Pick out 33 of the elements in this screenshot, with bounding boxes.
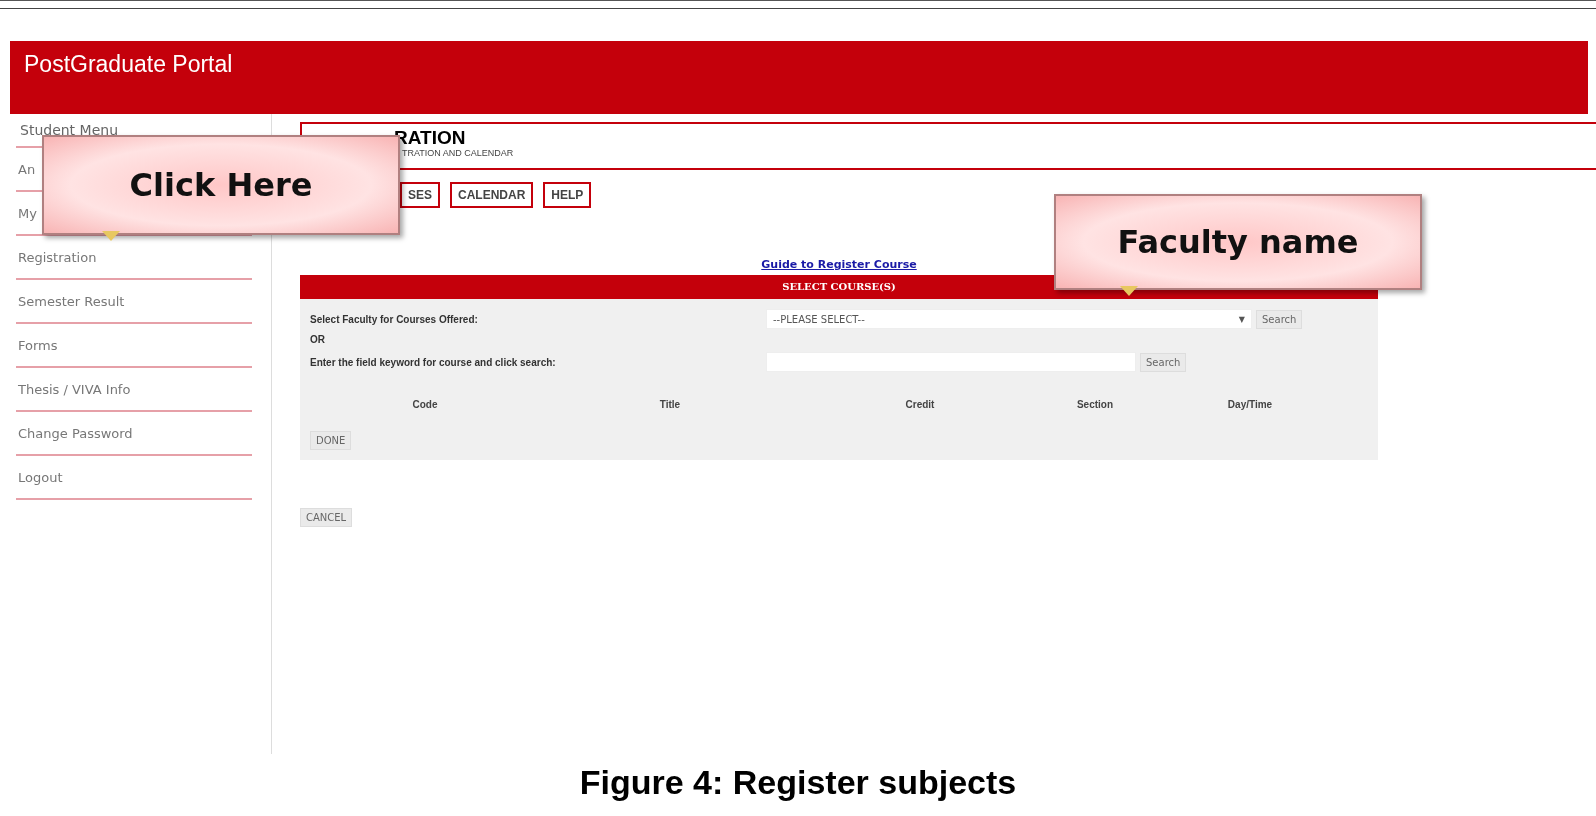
pointer-icon	[102, 231, 120, 241]
nav-tab[interactable]: HELP	[543, 182, 592, 208]
nav-tab[interactable]: SES	[400, 182, 440, 208]
callout-tooltip: Click Here	[42, 135, 400, 235]
cancel-button[interactable]: CANCEL	[300, 508, 353, 527]
keyword-label: Enter the field keyword for course and click search:	[310, 356, 557, 368]
faculty-label: Select Faculty for Courses Offered:	[310, 313, 479, 325]
column-header: Code	[411, 399, 439, 410]
figure-caption: Figure 4: Register subjects	[578, 763, 1018, 802]
dropdown-icon: ▼	[1238, 314, 1245, 324]
sidebar-item[interactable]: Registration	[16, 249, 97, 265]
search-button[interactable]: Search	[1140, 352, 1187, 372]
guide-link[interactable]: Guide to Register Course	[761, 258, 917, 271]
sidebar-item[interactable]: Semester Result	[16, 293, 125, 309]
sidebar-item[interactable]: Change Password	[16, 425, 133, 441]
or-label: OR	[310, 333, 326, 345]
column-header: Day/Time	[1226, 399, 1274, 410]
faculty-select[interactable]: --PLEASE SELECT-- ▼	[766, 309, 1252, 329]
column-header: Title	[658, 399, 682, 410]
sidebar-item[interactable]: My	[16, 205, 37, 221]
sidebar-item[interactable]: An	[16, 161, 36, 177]
portal-title: PostGraduate Portal	[24, 51, 233, 78]
pointer-icon	[1120, 286, 1138, 296]
sidebar-item[interactable]: Forms	[16, 337, 58, 353]
callout-tooltip: Faculty name	[1054, 194, 1422, 290]
search-button[interactable]: Search	[1256, 309, 1303, 329]
sidebar-item[interactable]: Thesis / VIVA Info	[16, 381, 131, 397]
column-header: Credit	[904, 399, 936, 410]
page-subtitle: TRATION AND CALENDAR	[402, 148, 515, 158]
column-header: Section	[1075, 399, 1115, 410]
done-button[interactable]: DONE	[310, 430, 352, 450]
sidebar-item[interactable]: Logout	[16, 469, 63, 485]
nav-tab[interactable]: CALENDAR	[450, 182, 534, 208]
